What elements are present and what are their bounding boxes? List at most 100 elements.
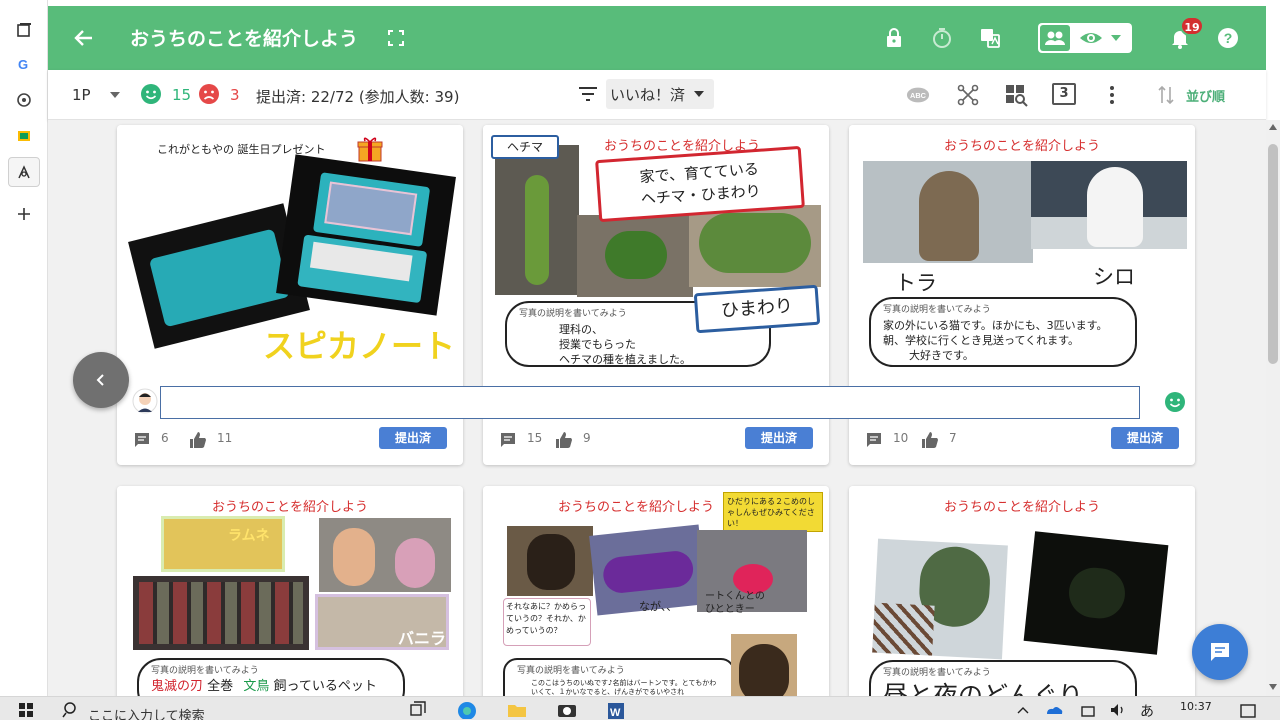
comment-count: 6 <box>161 431 169 445</box>
dog-photo <box>507 526 593 596</box>
page-select-caret-icon[interactable] <box>110 91 120 99</box>
edge-browser-icon[interactable] <box>456 699 478 719</box>
bird-photo: ラムネ <box>161 516 285 572</box>
submitted-badge[interactable]: 提出済 <box>379 427 447 449</box>
network-icon[interactable] <box>956 83 980 107</box>
scroll-thumb[interactable] <box>1268 144 1278 364</box>
scroll-down-icon[interactable] <box>1269 684 1277 690</box>
callout-hint: 写真の説明を書いてみよう <box>883 668 991 678</box>
translate-off-icon[interactable] <box>978 26 1002 50</box>
description-callout: 写真の説明を書いてみよう 鬼滅の刃 全巻 文鳥 飼っているペット <box>137 658 405 696</box>
onedrive-icon[interactable] <box>1044 699 1064 719</box>
extension-icon[interactable] <box>12 88 36 112</box>
slide-heading: スピカノート <box>263 327 456 365</box>
smile-count: 15 <box>172 86 192 104</box>
comment-icon[interactable] <box>133 431 151 449</box>
tray-chevron-icon[interactable] <box>1016 699 1030 719</box>
more-vertical-icon[interactable] <box>1100 83 1124 107</box>
windows-start-icon[interactable] <box>16 699 36 719</box>
photo-label: バニラ <box>398 629 447 648</box>
card-thumbnail[interactable]: これがともやの 誕生日プレゼント スピカノート <box>117 125 463 373</box>
card-thumbnail[interactable]: おうちのことを紹介しよう 写真の説明を書いてみよう 昼と夜のどんぐり <box>849 486 1195 696</box>
camera-icon[interactable] <box>556 699 578 719</box>
scroll-up-icon[interactable] <box>1269 124 1277 130</box>
back-arrow-icon[interactable] <box>72 26 96 50</box>
group-segment[interactable] <box>1040 25 1070 51</box>
card-thumbnail[interactable]: おうちのことを紹介しよう トラ シロ 写真の説明を書いてみよう 家の外にいる猫で… <box>849 125 1195 373</box>
svg-text:G: G <box>18 57 28 72</box>
photo-caption: なが、、 <box>639 600 678 613</box>
card-thumbnail[interactable]: おうちのことを紹介しよう ラムネ バニラ 写真の説明を書いてみよう 鬼滅の刃 全… <box>117 486 463 696</box>
add-icon[interactable] <box>12 202 36 226</box>
white-cat-photo <box>1031 161 1187 249</box>
lock-icon[interactable] <box>882 26 906 50</box>
comment-icon[interactable] <box>865 431 883 449</box>
sort-icon[interactable] <box>1154 83 1178 107</box>
volume-icon[interactable] <box>1108 699 1128 719</box>
share-view-toggle[interactable] <box>1038 23 1132 53</box>
laptop-open-photo <box>276 154 456 316</box>
filter-dropdown[interactable]: いいね！済 <box>606 79 714 109</box>
callout-hint: 写真の説明を書いてみよう <box>517 666 625 676</box>
card-thumbnail[interactable]: おうちのことを紹介しよう ヘチマ 家で、育てている ヘチマ・ひまわり 写真の説明… <box>483 125 829 373</box>
sort-order-label[interactable]: 並び順 <box>1186 86 1225 105</box>
network-status-icon[interactable] <box>1078 699 1098 719</box>
file-explorer-icon[interactable] <box>506 699 528 719</box>
timer-icon[interactable] <box>930 26 954 50</box>
submitted-badge[interactable]: 提出済 <box>1111 427 1179 449</box>
zoom-grid-icon[interactable] <box>1004 83 1028 107</box>
slide-title: おうちのことを紹介しよう <box>211 500 368 515</box>
thumbs-up-icon[interactable] <box>555 431 573 449</box>
comment-input[interactable] <box>160 386 1140 419</box>
student-avatar-icon <box>132 388 158 414</box>
chat-button[interactable] <box>1192 624 1248 680</box>
search-icon[interactable] <box>62 699 80 719</box>
spellcheck-icon[interactable]: ABC <box>906 83 930 107</box>
submitted-badge[interactable]: 提出済 <box>745 427 813 449</box>
manga-photo <box>133 576 309 650</box>
taskbar-search-input[interactable]: ここに入力して検索 <box>88 705 205 720</box>
caret-down-icon[interactable] <box>1110 33 1122 43</box>
student-card[interactable]: おうちのことを紹介しよう ひだりにある２こめのしゃしんもぜひみてください！ それ… <box>483 486 829 696</box>
filter-icon[interactable] <box>578 85 598 103</box>
callout-word: 全巻 <box>207 679 234 694</box>
svg-text:ABC: ABC <box>910 91 927 100</box>
fullscreen-icon[interactable] <box>384 26 408 50</box>
cat-name: シロ <box>1093 265 1135 289</box>
thumbs-up-icon[interactable] <box>921 431 939 449</box>
callout-line: 授業でもらった <box>559 338 636 351</box>
student-card[interactable]: おうちのことを紹介しよう 写真の説明を書いてみよう 昼と夜のどんぐり <box>849 486 1195 696</box>
previous-button[interactable] <box>73 352 129 408</box>
submission-status: 提出済: 22/72 (参加人数: 39) <box>256 88 460 106</box>
thumbs-up-icon[interactable] <box>189 431 207 449</box>
task-view-icon[interactable] <box>408 699 428 719</box>
clock[interactable]: 10:37 <box>1180 700 1212 713</box>
sunflower-photo <box>689 205 821 287</box>
word-icon[interactable]: W <box>604 699 626 719</box>
app-header: おうちのことを紹介しよう 19 ? <box>48 6 1266 70</box>
comment-icon[interactable] <box>499 431 517 449</box>
action-center-icon[interactable] <box>1238 699 1258 719</box>
columns-count-button[interactable]: 3 <box>1052 83 1076 105</box>
slide-title: おうちのことを紹介しよう <box>943 500 1100 515</box>
callout-line: 鬼滅の刃 全巻 文鳥 飼っているペット <box>151 679 391 694</box>
eye-icon[interactable] <box>1078 27 1104 49</box>
student-card[interactable]: おうちのことを紹介しよう ラムネ バニラ 写真の説明を書いてみよう 鬼滅の刃 全… <box>117 486 463 696</box>
callout-line: 朝、学校に行くとき見送ってくれます。 <box>883 334 1080 347</box>
callout-word: 文鳥 <box>243 679 270 694</box>
loilonote-icon[interactable] <box>12 160 36 184</box>
card-thumbnail[interactable]: おうちのことを紹介しよう ひだりにある２こめのしゃしんもぜひみてください！ それ… <box>483 486 829 696</box>
page-select[interactable]: 1P <box>72 86 91 104</box>
tabby-cat-photo <box>863 161 1033 263</box>
vertical-scrollbar[interactable] <box>1266 120 1280 696</box>
like-count: 7 <box>949 431 957 445</box>
google-icon[interactable]: G <box>12 52 36 76</box>
smile-face-icon <box>141 84 161 104</box>
help-icon[interactable]: ? <box>1216 26 1240 50</box>
emoji-icon[interactable] <box>1164 391 1186 413</box>
tabs-icon[interactable] <box>12 18 36 42</box>
description-callout: 写真の説明を書いてみよう このこはうちのいぬです♪名前はバートンです。とてもかわ… <box>503 658 735 696</box>
classroom-icon[interactable] <box>12 124 36 148</box>
sad-count: 3 <box>230 86 240 104</box>
ime-indicator[interactable]: あ <box>1140 701 1154 720</box>
